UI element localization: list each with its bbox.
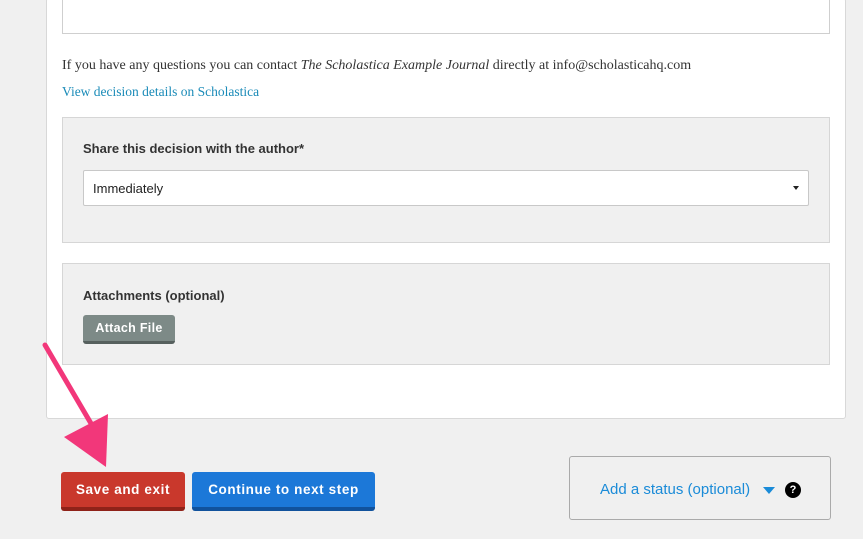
journal-name: The Scholastica Example Journal (300, 58, 490, 73)
save-and-exit-button[interactable]: Save and exit (61, 472, 185, 511)
question-circle-icon[interactable]: ? (785, 482, 801, 498)
contact-suffix: directly at info@scholasticahq.com (489, 58, 692, 73)
share-decision-label: Share this decision with the author* (83, 141, 305, 156)
view-decision-link[interactable]: View decision details on Scholastica (62, 84, 259, 100)
contact-text: If you have any questions you can contac… (62, 58, 691, 74)
continue-next-step-button[interactable]: Continue to next step (192, 472, 375, 511)
status-box: Add a status (optional) ? (569, 456, 831, 520)
caret-down-icon[interactable] (763, 487, 775, 494)
message-textarea[interactable] (62, 0, 830, 34)
add-status-link[interactable]: Add a status (optional) (600, 481, 750, 498)
share-timing-select[interactable]: Immediately (83, 170, 809, 206)
arrow-head (64, 414, 108, 467)
contact-prefix: If you have any questions you can contac… (62, 58, 301, 73)
share-decision-panel: Share this decision with the author* Imm… (62, 117, 830, 243)
share-timing-value: Immediately (93, 181, 164, 196)
attach-file-button[interactable]: Attach File (83, 315, 175, 344)
attachments-panel: Attachments (optional) Attach File (62, 263, 830, 365)
select-caret-icon (793, 186, 799, 190)
attachments-label: Attachments (optional) (83, 288, 225, 303)
